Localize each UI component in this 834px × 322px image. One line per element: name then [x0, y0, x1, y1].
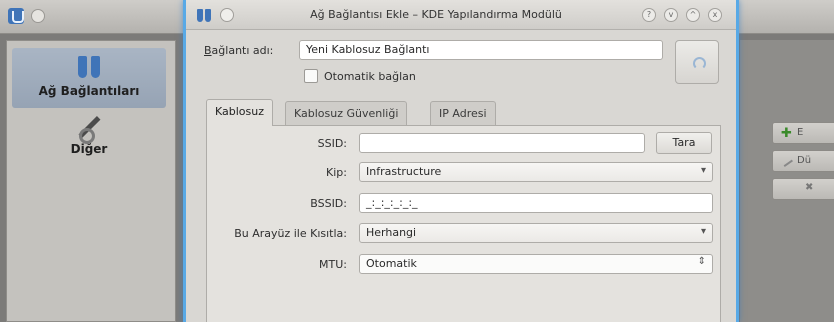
- add-connection-dialog: Ağ Bağlantısı Ekle – KDE Yapılandırma Mo…: [183, 0, 739, 322]
- mode-select-value: Infrastructure: [366, 165, 442, 178]
- tools-icon: [76, 114, 102, 144]
- dialog-titlebar: Ağ Bağlantısı Ekle – KDE Yapılandırma Mo…: [186, 0, 736, 30]
- connection-name-input[interactable]: Yeni Kablosuz Bağlantı: [299, 40, 663, 60]
- spin-arrows-icon[interactable]: ⇕: [698, 256, 706, 267]
- mode-select[interactable]: Infrastructure ▾: [359, 162, 713, 182]
- bssid-input[interactable]: _:_:_:_:_:_: [359, 193, 713, 213]
- ssid-label: SSID:: [317, 137, 347, 150]
- window-menu-button[interactable]: [220, 8, 234, 22]
- connection-icon-button[interactable]: [675, 40, 719, 84]
- dialog-title: Ağ Bağlantısı Ekle – KDE Yapılandırma Mo…: [310, 8, 562, 21]
- autoconnect-label: Otomatik bağlan: [324, 70, 416, 83]
- window-menu-button[interactable]: [31, 9, 45, 23]
- restrict-interface-label: Bu Arayüz ile Kısıtla:: [234, 227, 347, 240]
- bssid-label: BSSID:: [310, 197, 347, 210]
- network-connections-icon: [196, 7, 212, 23]
- mtu-value: Otomatik: [366, 257, 417, 270]
- add-icon: ✚: [781, 126, 792, 141]
- mtu-label: MTU:: [319, 258, 347, 271]
- connection-name-label: Bağlantı adı:: [204, 44, 274, 57]
- sidebar-item-label: Diğer: [70, 142, 108, 156]
- restrict-interface-value: Herhangi: [366, 226, 417, 239]
- maximize-button[interactable]: ^: [686, 8, 700, 22]
- edit-icon: [779, 153, 793, 167]
- tab-wireless-security[interactable]: Kablosuz Güvenliği: [285, 101, 408, 125]
- mode-label: Kip:: [326, 166, 347, 179]
- tab-ip-address[interactable]: IP Adresi: [430, 101, 496, 125]
- app-icon: [8, 8, 24, 24]
- remove-icon: ✖: [805, 182, 814, 193]
- network-connections-icon: [76, 52, 102, 82]
- help-button[interactable]: ?: [642, 8, 656, 22]
- mtu-spinbox[interactable]: Otomatik ⇕: [359, 254, 713, 274]
- chevron-down-icon: ▾: [700, 165, 706, 176]
- autoconnect-checkbox[interactable]: [304, 69, 318, 83]
- restrict-interface-select[interactable]: Herhangi ▾: [359, 223, 713, 243]
- scan-button[interactable]: Tara: [656, 132, 712, 154]
- close-button[interactable]: x: [708, 8, 722, 22]
- tab-wireless[interactable]: Kablosuz: [206, 99, 274, 126]
- remove-connection-button[interactable]: ✖: [772, 178, 834, 200]
- minimize-button[interactable]: v: [664, 8, 678, 22]
- edit-connection-button[interactable]: Dü: [772, 150, 834, 172]
- sidebar-item-network-connections[interactable]: Ağ Bağlantıları: [12, 48, 166, 108]
- chevron-down-icon: ▾: [700, 226, 706, 237]
- sidebar-item-other[interactable]: Diğer: [12, 112, 166, 168]
- sidebar-item-label: Ağ Bağlantıları: [38, 84, 140, 98]
- add-connection-button[interactable]: ✚ E: [772, 122, 834, 144]
- ssid-input[interactable]: [359, 133, 645, 153]
